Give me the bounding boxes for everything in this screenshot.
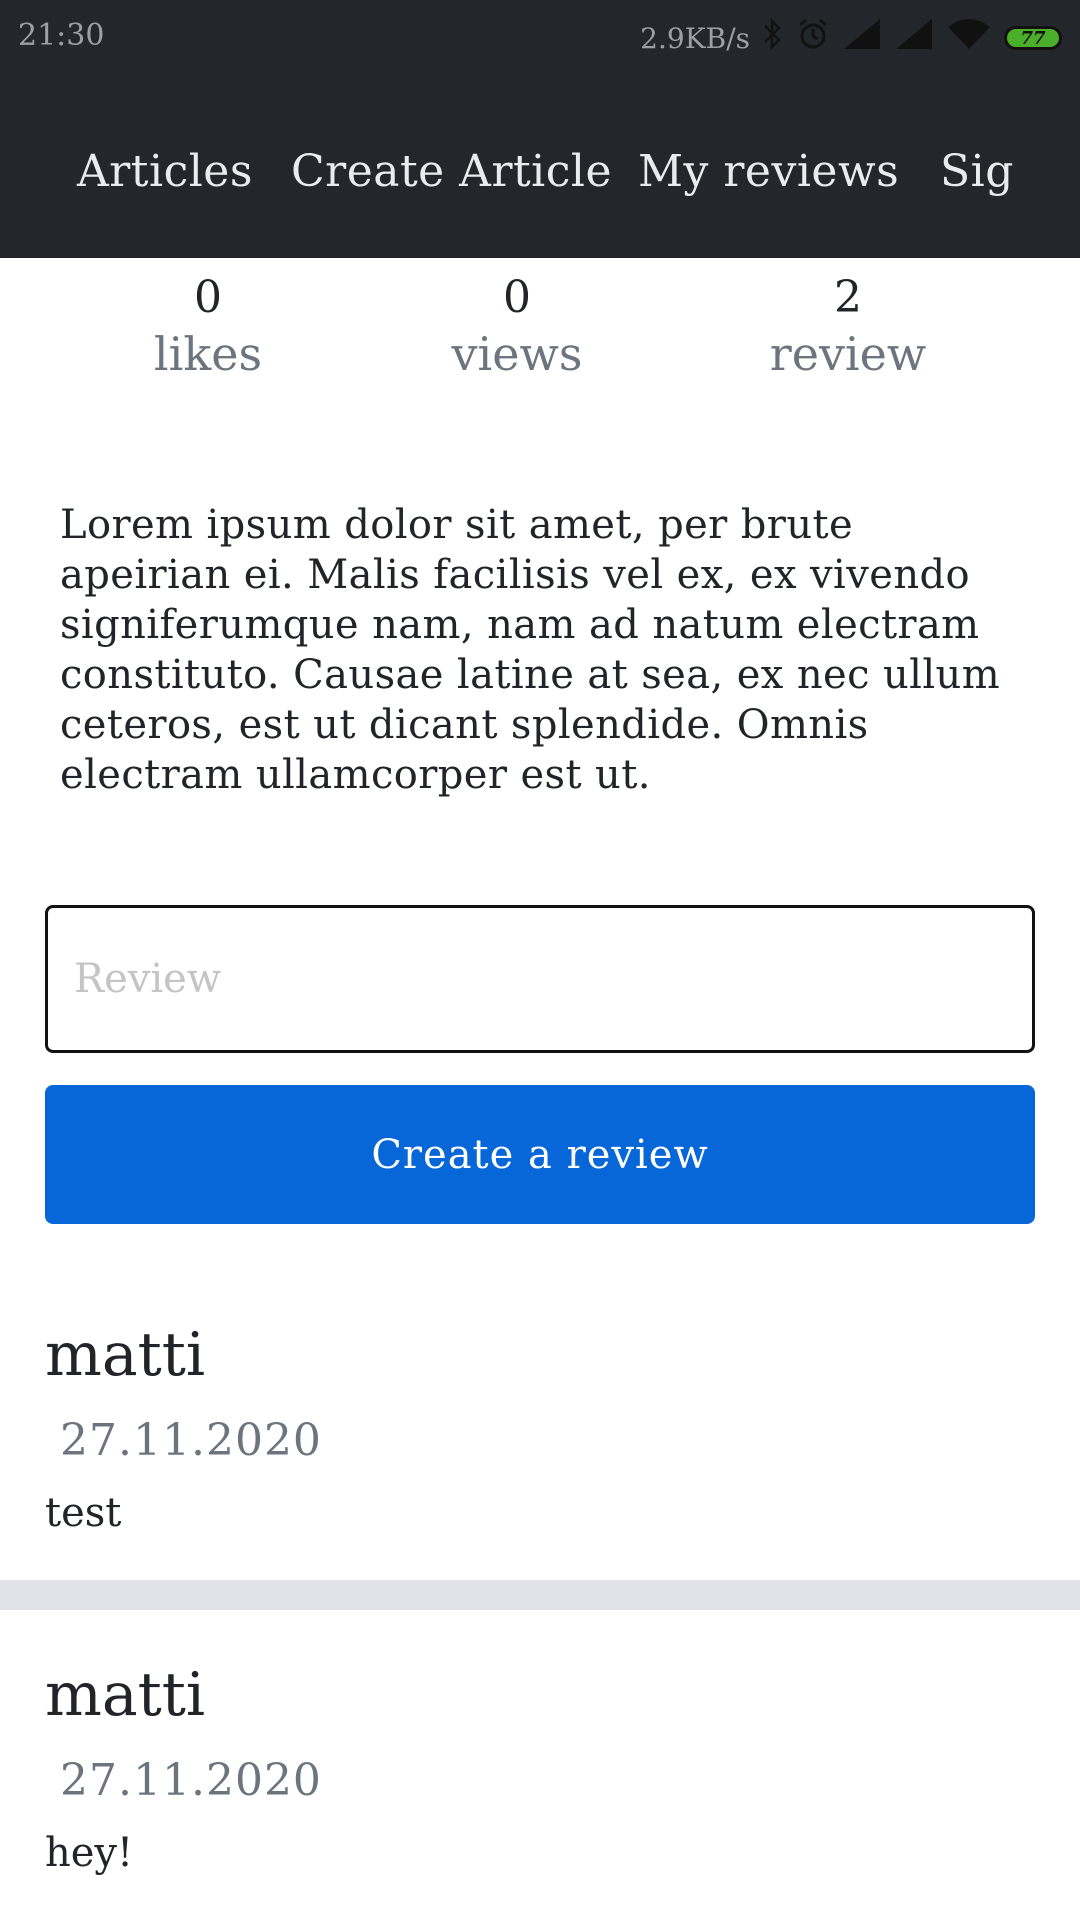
nav-my-reviews[interactable]: My reviews bbox=[638, 146, 899, 197]
reviews-count: 2 bbox=[834, 272, 862, 323]
review-date: 27.11.2020 bbox=[60, 1415, 322, 1466]
navbar: Articles Create Article My reviews Sig bbox=[0, 78, 1080, 258]
status-bar: 21:30 2.9KB/s 77 bbox=[0, 0, 1080, 78]
article-body: Lorem ipsum dolor sit amet, per brute ap… bbox=[60, 502, 1001, 798]
review-item: matti 27.11.2020 hey! bbox=[0, 1640, 1080, 1920]
review-text: test bbox=[45, 1490, 122, 1536]
bluetooth-icon bbox=[762, 17, 784, 59]
likes-stat: 0 likes bbox=[58, 270, 358, 382]
nav-articles[interactable]: Articles bbox=[77, 146, 253, 197]
review-date: 27.11.2020 bbox=[60, 1755, 322, 1806]
nav-create-article[interactable]: Create Article bbox=[291, 146, 612, 197]
create-review-button[interactable]: Create a review bbox=[45, 1085, 1035, 1224]
review-author: matti bbox=[45, 1320, 206, 1390]
likes-label: likes bbox=[153, 327, 263, 381]
nav-sign[interactable]: Sig bbox=[940, 146, 1014, 197]
network-speed: 2.9KB/s bbox=[640, 21, 750, 55]
status-icons: 2.9KB/s 77 bbox=[640, 14, 1062, 62]
review-input[interactable] bbox=[45, 905, 1035, 1053]
likes-count: 0 bbox=[194, 272, 222, 323]
battery-level: 77 bbox=[1020, 27, 1046, 49]
views-label: views bbox=[451, 327, 583, 381]
reviews-stat: 2 review bbox=[698, 270, 998, 382]
article-stats: 0 likes 0 views 2 review bbox=[0, 270, 1080, 390]
signal-icon bbox=[842, 17, 882, 59]
reviews-label: review bbox=[769, 327, 927, 381]
views-count: 0 bbox=[503, 272, 531, 323]
views-stat: 0 views bbox=[367, 270, 667, 382]
review-author: matti bbox=[45, 1660, 206, 1730]
status-time: 21:30 bbox=[18, 18, 105, 53]
signal-icon bbox=[894, 17, 934, 59]
battery-icon: 77 bbox=[1004, 26, 1062, 50]
alarm-icon bbox=[796, 17, 830, 59]
review-text: hey! bbox=[45, 1830, 134, 1876]
review-divider bbox=[0, 1580, 1080, 1610]
review-item: matti 27.11.2020 test bbox=[0, 1300, 1080, 1580]
wifi-icon bbox=[946, 17, 992, 59]
